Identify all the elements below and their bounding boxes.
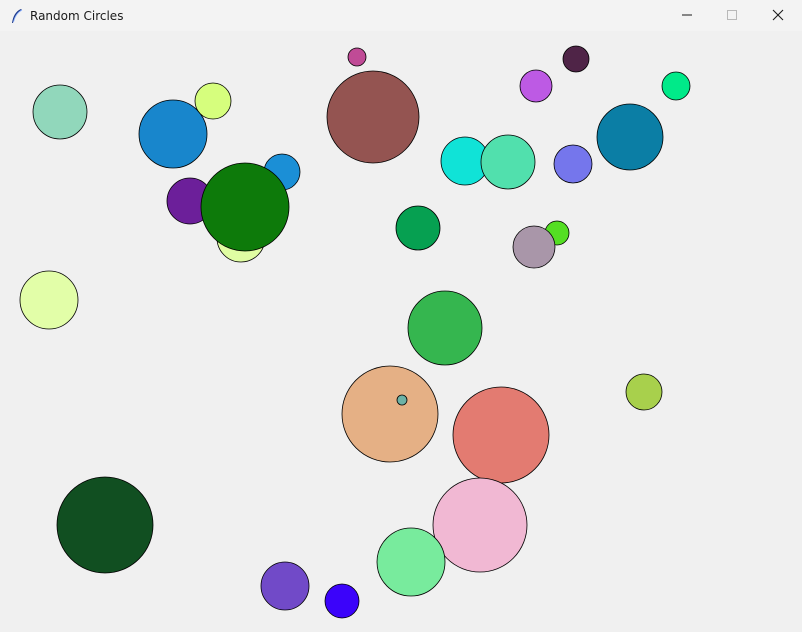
- circle-28: [376, 527, 446, 597]
- window-title: Random Circles: [30, 9, 124, 23]
- circle-15: [480, 134, 536, 190]
- circle-27: [432, 477, 528, 573]
- close-icon: [772, 6, 784, 25]
- circle-13: [661, 71, 691, 101]
- circle-26: [56, 476, 154, 574]
- circle-12: [519, 69, 553, 103]
- circle-20: [512, 225, 556, 269]
- title-bar[interactable]: Random Circles: [0, 0, 802, 31]
- circle-2: [138, 99, 208, 169]
- minimize-icon: [681, 6, 693, 25]
- circle-22: [341, 365, 439, 463]
- drawing-canvas[interactable]: [0, 31, 802, 632]
- circle-3: [194, 82, 232, 120]
- circle-18: [395, 205, 441, 251]
- circle-17: [596, 103, 664, 171]
- circle-24: [452, 386, 550, 484]
- feather-icon: [10, 8, 24, 24]
- circle-29: [260, 561, 310, 611]
- circle-25: [625, 373, 663, 411]
- circle-21: [407, 290, 483, 366]
- maximize-button[interactable]: [709, 0, 755, 31]
- circle-16: [553, 144, 593, 184]
- circle-1: [32, 84, 88, 140]
- circle-11: [562, 45, 590, 73]
- circle-23: [396, 394, 408, 406]
- circle-9: [347, 47, 367, 67]
- circle-30: [324, 583, 360, 619]
- maximize-icon: [726, 6, 738, 25]
- circle-canvas-svg: [19, 45, 691, 619]
- close-button[interactable]: [755, 0, 801, 31]
- circle-10: [326, 70, 420, 164]
- circle-5: [19, 270, 79, 330]
- circle-8: [200, 162, 290, 252]
- minimize-button[interactable]: [664, 0, 710, 31]
- app-window: Random Circles: [0, 0, 802, 632]
